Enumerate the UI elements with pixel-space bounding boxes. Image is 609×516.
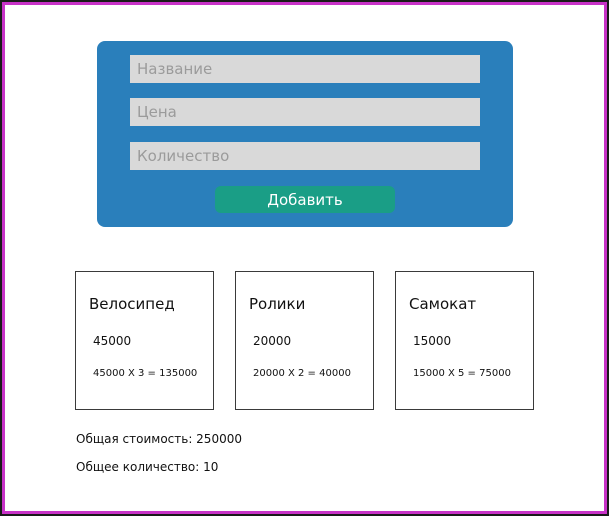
- product-subtotal: 15000 X 5 = 75000: [413, 368, 511, 379]
- product-name: Самокат: [409, 295, 477, 313]
- product-name: Ролики: [249, 295, 306, 313]
- quantity-input[interactable]: [130, 142, 480, 170]
- product-price: 20000: [253, 334, 292, 348]
- total-cost: Общая стоимость: 250000: [76, 432, 242, 446]
- product-price: 45000: [93, 334, 132, 348]
- product-subtotal: 20000 X 2 = 40000: [253, 368, 351, 379]
- product-subtotal: 45000 X 3 = 135000: [93, 368, 198, 379]
- add-button[interactable]: Добавить: [215, 186, 395, 213]
- product-name: Велосипед: [89, 295, 175, 313]
- name-input[interactable]: [130, 55, 480, 83]
- product-price: 15000: [413, 334, 452, 348]
- product-form: Добавить: [97, 41, 513, 227]
- price-input[interactable]: [130, 98, 480, 126]
- product-card-bicycle: Велосипед 45000 45000 X 3 = 135000: [75, 271, 214, 410]
- product-card-rollers: Ролики 20000 20000 X 2 = 40000: [235, 271, 374, 410]
- total-quantity: Общее количество: 10: [76, 460, 219, 474]
- product-card-scooter: Самокат 15000 15000 X 5 = 75000: [395, 271, 534, 410]
